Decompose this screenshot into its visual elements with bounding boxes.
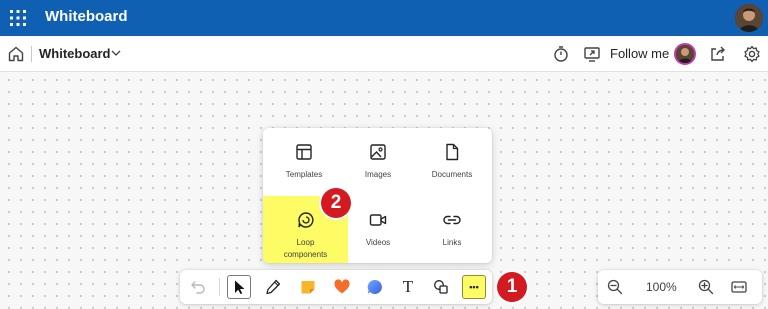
divider [219,278,220,296]
image-icon [370,144,386,160]
menu-item-links[interactable]: Links [414,196,490,264]
zoom-controls: 100% [598,270,762,304]
fit-to-screen-icon[interactable] [730,278,748,296]
home-icon[interactable] [6,44,26,64]
undo-button[interactable] [186,275,210,299]
app-header: Whiteboard [0,0,768,36]
pen-icon [266,279,281,295]
shapes-tool-button[interactable] [429,275,453,299]
more-tools-button[interactable]: ••• [462,275,486,299]
menu-item-templates[interactable]: Templates [266,128,342,196]
settings-icon[interactable] [742,44,762,64]
text-icon: T [402,277,414,296]
menu-item-images[interactable]: Images [340,128,416,196]
reaction-tool-button[interactable] [330,275,354,299]
insert-menu: Templates Images Documents Loop componen… [263,128,492,263]
sticky-note-icon [301,281,315,294]
pen-tool-button[interactable] [261,275,285,299]
comment-icon [367,279,382,294]
menu-item-label: Images [364,170,392,179]
follow-me-button[interactable]: Follow me [610,46,669,61]
shapes-icon [434,280,448,294]
document-icon [446,143,459,161]
select-icon [235,280,245,294]
menu-item-label: Videos [365,238,391,247]
menu-item-videos[interactable]: Videos [340,196,416,264]
timer-icon[interactable] [551,44,571,64]
avatar[interactable] [674,43,696,65]
more-icon: ••• [469,282,479,292]
link-icon [443,215,461,225]
menu-item-label: Loop components [283,238,328,259]
templates-icon [296,144,312,160]
user-avatar[interactable] [735,4,763,32]
loop-icon [297,212,314,228]
share-icon[interactable] [708,44,728,64]
zoom-level[interactable]: 100% [646,280,677,294]
menu-item-label: Templates [285,170,323,179]
menu-item-documents[interactable]: Documents [414,128,490,196]
menu-item-label: Links [442,238,462,247]
chevron-down-icon[interactable] [110,47,122,59]
app-title: Whiteboard [45,8,128,25]
heart-icon [334,279,350,294]
drawing-toolbar: T ••• [180,270,492,304]
app-launcher-icon[interactable] [9,9,27,27]
undo-icon [191,281,205,294]
divider [31,46,32,62]
text-tool-button[interactable]: T [396,275,420,299]
select-tool-button[interactable] [227,275,251,299]
zoom-in-icon[interactable] [697,278,715,296]
video-icon [369,214,387,226]
zoom-out-icon[interactable] [606,278,624,296]
comment-tool-button[interactable] [363,275,387,299]
callout-badge-2: 2 [321,188,351,218]
callout-badge-1: 1 [497,272,527,302]
sticky-note-tool-button[interactable] [296,275,320,299]
command-bar: Whiteboard Follow me [0,36,768,72]
present-icon[interactable] [582,44,602,64]
menu-item-label: Documents [431,170,473,179]
document-title[interactable]: Whiteboard [39,46,111,61]
